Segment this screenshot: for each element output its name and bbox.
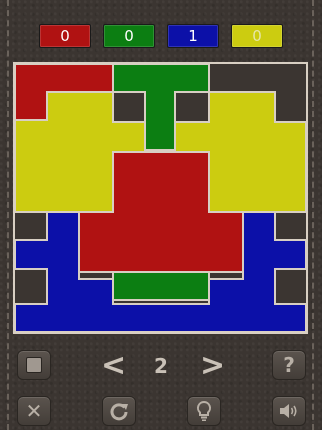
help-icon: ? (283, 353, 295, 377)
next-level-button[interactable]: > (200, 351, 225, 381)
restart-icon (110, 403, 128, 421)
close-icon: ✕ (25, 399, 43, 423)
yellow-score-counter: 0 (231, 24, 283, 48)
level-number: 2 (154, 354, 168, 378)
green-score-counter: 0 (103, 24, 155, 48)
right-stitch-decoration (312, 0, 314, 430)
menu-button[interactable] (17, 350, 51, 380)
puzzle-canvas (15, 64, 306, 332)
speaker-icon (280, 404, 297, 418)
close-button[interactable]: ✕ (17, 396, 51, 426)
previous-level-button[interactable]: < (101, 351, 126, 381)
help-button[interactable]: ? (272, 350, 306, 380)
sound-button[interactable] (272, 396, 306, 426)
left-stitch-decoration (7, 0, 9, 430)
puzzle-board (13, 62, 308, 334)
blue-score-counter: 1 (167, 24, 219, 48)
hint-button[interactable] (187, 396, 221, 426)
green-lower-region[interactable] (112, 271, 210, 301)
red-score-counter: 0 (39, 24, 91, 48)
square-icon (26, 357, 42, 373)
restart-button[interactable] (102, 396, 136, 426)
lightbulb-icon (196, 400, 212, 421)
